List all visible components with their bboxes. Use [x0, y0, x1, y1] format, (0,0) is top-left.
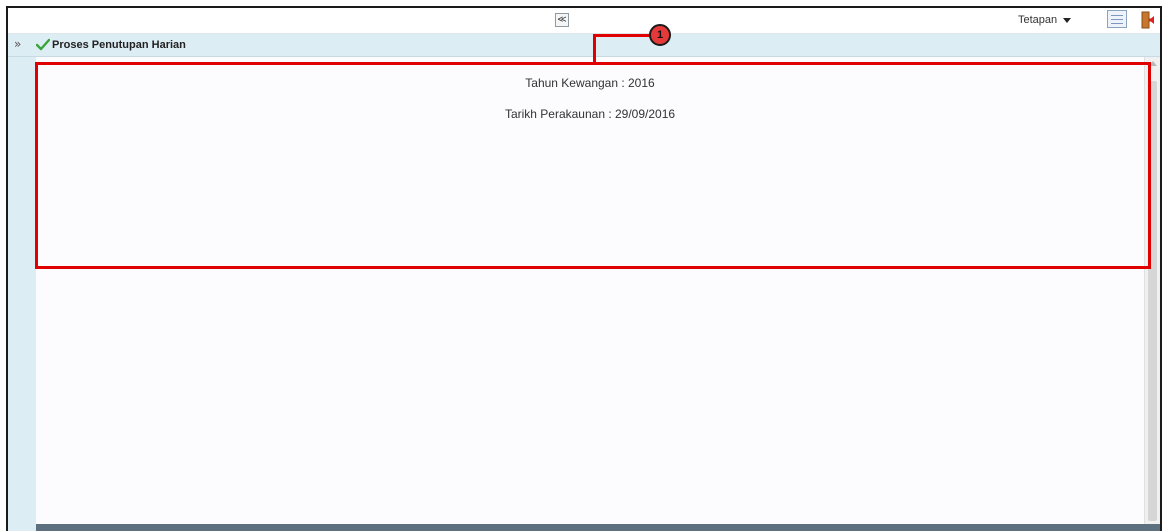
- expand-icon[interactable]: »: [14, 37, 21, 51]
- content-panel: Tahun Kewangan : 2016 Tarikh Perakaunan …: [36, 57, 1144, 524]
- settings-menu[interactable]: Tetapan: [1018, 14, 1072, 26]
- side-panel: [8, 57, 36, 531]
- page-toolbar: » Proses Penutupan Harian: [8, 34, 1160, 57]
- bottom-bar: [36, 524, 1160, 531]
- caret-down-icon: [1063, 17, 1072, 23]
- scroll-thumb[interactable]: [1148, 81, 1157, 521]
- check-icon: [36, 38, 50, 51]
- page-title: Proses Penutupan Harian: [52, 39, 186, 51]
- accounting-date-text: Tarikh Perakaunan : 29/09/2016: [504, 107, 676, 121]
- collapse-up-icon[interactable]: ≪: [555, 13, 569, 27]
- logout-icon[interactable]: [1141, 11, 1155, 29]
- settings-label: Tetapan: [1018, 14, 1058, 26]
- app-window: ≪ Tetapan » Proses Penutupan Harian Tahu…: [6, 6, 1162, 531]
- scroll-up-icon[interactable]: [1149, 61, 1157, 66]
- top-header: ≪ Tetapan: [8, 8, 1160, 34]
- callout-marker: 1: [649, 24, 671, 46]
- vertical-scrollbar[interactable]: [1144, 57, 1160, 524]
- fiscal-year-text: Tahun Kewangan : 2016: [525, 76, 655, 90]
- list-view-icon[interactable]: [1107, 10, 1127, 28]
